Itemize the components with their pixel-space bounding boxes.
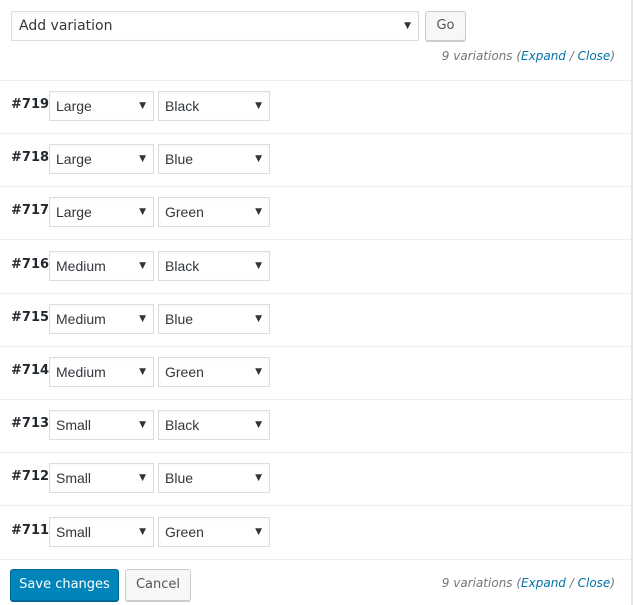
- close-link[interactable]: Close: [578, 576, 611, 590]
- color-select-value: Black: [165, 417, 200, 434]
- variation-id: #714: [11, 363, 50, 378]
- size-select[interactable]: Small ▼: [49, 463, 154, 494]
- chevron-down-icon: ▼: [139, 260, 146, 271]
- chevron-down-icon: ▼: [139, 101, 146, 111]
- variations-count: 9 variations (Expand / Close): [442, 49, 615, 63]
- chevron-down-icon: ▼: [255, 101, 262, 111]
- variation-id: #717: [11, 203, 50, 219]
- color-select[interactable]: Green ▼: [158, 197, 270, 228]
- save-changes-button[interactable]: Save changes: [10, 569, 119, 601]
- color-select[interactable]: Green ▼: [158, 357, 270, 387]
- chevron-down-icon: ▼: [139, 313, 146, 324]
- color-select-value: Green: [165, 523, 204, 540]
- add-variation-select-value: Add variation: [19, 18, 113, 34]
- variations-panel: Add variation ▼ Go 9 variations (Expand …: [0, 0, 633, 605]
- chevron-down-icon: ▼: [255, 313, 262, 324]
- size-select[interactable]: Medium ▼: [49, 303, 154, 334]
- size-select[interactable]: Medium ▼: [49, 357, 154, 387]
- chevron-down-icon: ▼: [255, 367, 262, 377]
- color-select-value: Blue: [165, 310, 194, 327]
- chevron-down-icon: ▼: [255, 154, 262, 165]
- variation-id: #713: [11, 416, 50, 432]
- chevron-down-icon: ▼: [255, 420, 262, 431]
- size-select[interactable]: Medium ▼: [49, 250, 154, 281]
- variations-footer: Save changes Cancel 9 variations (Expand…: [0, 559, 631, 605]
- close-link[interactable]: Close: [578, 49, 611, 63]
- color-select-value: Blue: [165, 151, 194, 168]
- size-select-value: Medium: [56, 364, 106, 380]
- variations-count-text: 9 variations (: [441, 49, 522, 63]
- color-select[interactable]: Blue ▼: [158, 144, 270, 175]
- variations-toolbar: Add variation ▼ Go 9 variations (Expand …: [0, 0, 631, 81]
- size-select-value: Large: [56, 98, 92, 114]
- chevron-down-icon: ▼: [255, 526, 262, 537]
- size-select-value: Small: [56, 417, 92, 434]
- variation-row: #715 Medium ▼ Blue ▼: [0, 293, 631, 347]
- size-select-value: Large: [56, 204, 92, 221]
- color-select-value: Black: [165, 98, 200, 114]
- color-select-value: Black: [165, 257, 200, 274]
- expand-link[interactable]: Expand: [521, 49, 566, 63]
- color-select[interactable]: Blue ▼: [158, 463, 270, 494]
- chevron-down-icon: ▼: [255, 473, 262, 484]
- color-select[interactable]: Green ▼: [158, 516, 270, 547]
- color-select[interactable]: Blue ▼: [158, 303, 270, 334]
- variation-id: #716: [11, 256, 50, 272]
- size-select[interactable]: Large ▼: [49, 144, 154, 175]
- chevron-down-icon: ▼: [139, 154, 146, 165]
- size-select[interactable]: Small ▼: [49, 410, 154, 441]
- variation-row: #712 Small ▼ Blue ▼: [0, 452, 631, 507]
- cancel-button[interactable]: Cancel: [125, 569, 191, 601]
- size-select[interactable]: Large ▼: [49, 197, 154, 228]
- size-select-value: Small: [56, 470, 92, 487]
- variation-id: #712: [11, 469, 50, 485]
- add-variation-select[interactable]: Add variation ▼: [11, 11, 419, 41]
- variation-id: #719: [11, 97, 50, 112]
- variation-row: #717 Large ▼ Green ▼: [0, 186, 631, 241]
- chevron-down-icon: ▼: [139, 473, 146, 484]
- size-select-value: Large: [56, 151, 92, 168]
- chevron-down-icon: ▼: [139, 207, 146, 218]
- size-select-value: Small: [56, 523, 92, 540]
- go-button[interactable]: Go: [425, 11, 466, 41]
- size-select[interactable]: Small ▼: [49, 516, 154, 547]
- variation-id: #715: [11, 309, 50, 325]
- variations-count-bottom: 9 variations (Expand / Close): [442, 576, 615, 590]
- color-select[interactable]: Black ▼: [158, 250, 270, 281]
- variation-id: #711: [11, 522, 50, 538]
- variation-row: #716 Medium ▼ Black ▼: [0, 240, 631, 294]
- chevron-down-icon: ▼: [404, 21, 411, 31]
- variation-row: #718 Large ▼ Blue ▼: [0, 133, 631, 188]
- size-select-value: Medium: [56, 257, 106, 274]
- size-select-value: Medium: [56, 310, 106, 327]
- color-select[interactable]: Black ▼: [158, 91, 270, 121]
- size-select[interactable]: Large ▼: [49, 91, 154, 121]
- variation-row: #714 Medium ▼ Green ▼: [0, 346, 631, 400]
- chevron-down-icon: ▼: [139, 420, 146, 431]
- variation-row: #711 Small ▼ Green ▼: [0, 506, 631, 560]
- separator: /: [565, 49, 578, 63]
- separator: /: [565, 576, 578, 590]
- chevron-down-icon: ▼: [255, 260, 262, 271]
- color-select-value: Green: [165, 364, 204, 380]
- variation-id: #718: [11, 150, 50, 166]
- color-select[interactable]: Black ▼: [158, 410, 270, 441]
- variation-row: #719 Large ▼ Black ▼: [0, 80, 631, 134]
- chevron-down-icon: ▼: [255, 207, 262, 218]
- color-select-value: Blue: [165, 470, 194, 487]
- color-select-value: Green: [165, 204, 204, 221]
- chevron-down-icon: ▼: [139, 526, 146, 537]
- variation-row: #713 Small ▼ Black ▼: [0, 399, 631, 454]
- chevron-down-icon: ▼: [139, 367, 146, 377]
- expand-link[interactable]: Expand: [521, 576, 566, 590]
- count-end: ): [610, 576, 615, 590]
- variations-count-text: 9 variations (: [441, 576, 522, 590]
- count-end: ): [610, 49, 615, 63]
